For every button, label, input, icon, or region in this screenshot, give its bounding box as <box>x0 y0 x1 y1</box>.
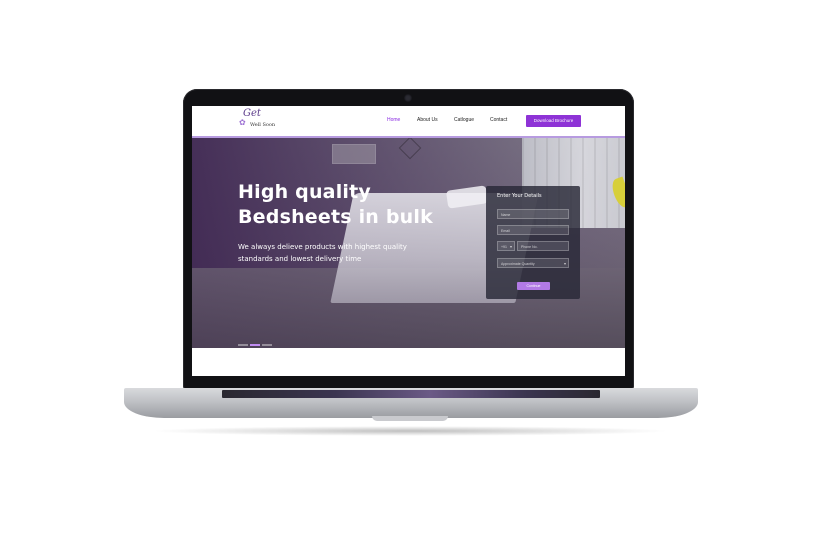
flower-icon: ✿ <box>239 118 246 127</box>
hero-subtitle: We always delieve products with highest … <box>238 243 407 263</box>
keyboard-strip <box>222 390 600 398</box>
laptop-lid: ✿ Get Well Soon Home About Us Catlogue C… <box>183 89 634 390</box>
site-header: ✿ Get Well Soon Home About Us Catlogue C… <box>192 106 625 138</box>
chevron-down-icon: ▾ <box>509 244 512 249</box>
slider-dot[interactable] <box>238 344 248 346</box>
nav-about-us[interactable]: About Us <box>417 117 438 123</box>
hero-section: High quality Bedsheets in bulk We always… <box>192 138 625 348</box>
laptop-screen: ✿ Get Well Soon Home About Us Catlogue C… <box>192 106 625 376</box>
continue-button[interactable]: Continue <box>517 282 550 290</box>
camera-icon <box>404 94 412 102</box>
logo-name-text: Well Soon <box>250 122 276 128</box>
site-logo[interactable]: ✿ Get Well Soon <box>238 108 286 133</box>
form-title: Enter Your Details <box>497 193 542 199</box>
nav-catlogue[interactable]: Catlogue <box>454 117 474 123</box>
slider-dot[interactable] <box>262 344 272 346</box>
logo-script-text: Get <box>243 108 261 119</box>
download-brochure-button[interactable]: Download Brochure <box>526 115 581 127</box>
hero-title-line-1: High quality <box>238 181 371 203</box>
laptop-notch <box>372 416 448 421</box>
details-form: Enter Your Details Name Email +91 ▾ Phon… <box>486 186 580 299</box>
quantity-select[interactable]: Approximate Quantity ▾ <box>497 258 569 268</box>
hero-title-line-2: Bedsheets in bulk <box>238 206 433 228</box>
slider-dots <box>238 336 274 348</box>
name-input[interactable]: Name <box>497 209 569 219</box>
chevron-down-icon: ▾ <box>563 261 566 266</box>
hero-bg-lamp <box>398 138 422 160</box>
nav-home[interactable]: Home <box>387 117 400 123</box>
hero-title: High quality Bedsheets in bulk <box>238 180 458 230</box>
country-code-value: +91 <box>501 245 507 249</box>
country-code-select[interactable]: +91 ▾ <box>497 241 515 251</box>
email-input[interactable]: Email <box>497 225 569 235</box>
hero-bg-frame <box>332 144 376 164</box>
slider-dot-active[interactable] <box>250 344 260 346</box>
phone-input[interactable]: Phone No. <box>517 241 569 251</box>
nav-contact[interactable]: Contact <box>490 117 507 123</box>
laptop-shadow <box>150 426 670 436</box>
quantity-placeholder: Approximate Quantity <box>501 262 535 266</box>
